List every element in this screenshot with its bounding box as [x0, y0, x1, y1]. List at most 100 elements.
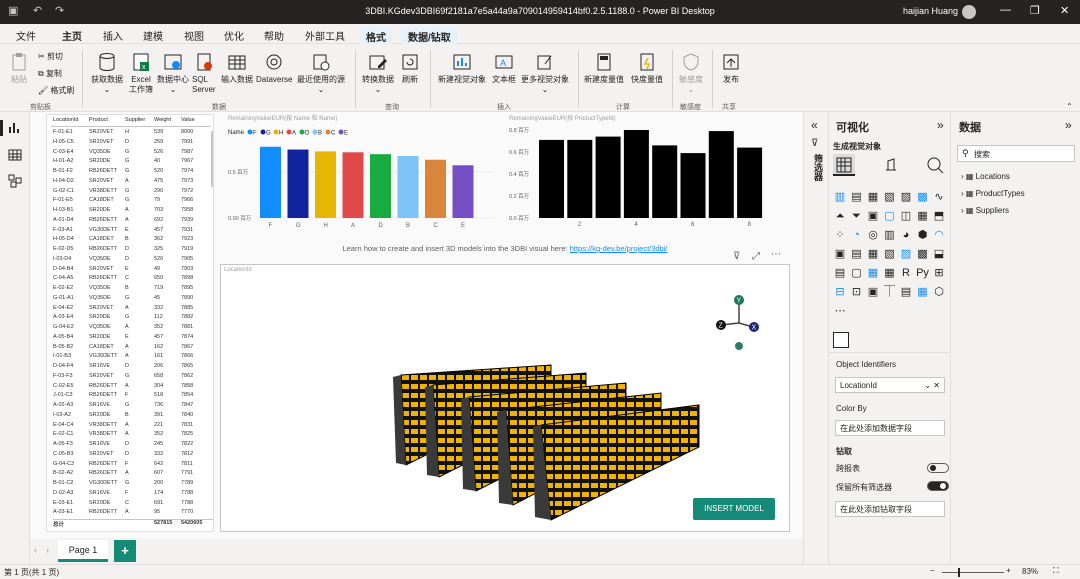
table-row[interactable]: B-02-A2 RB26DETT A 607 7791 [53, 470, 213, 480]
narrative-icon[interactable]: ▤ [899, 285, 913, 299]
line-column-icon[interactable]: ▣ [866, 209, 880, 223]
azure-map-icon[interactable]: ◠ [932, 228, 946, 242]
table-row[interactable]: G-01-A1 VQ35DE G 45 7890 [53, 295, 213, 305]
field-product-types[interactable]: › ▦ ProductTypes [961, 189, 1025, 198]
gauge-icon[interactable]: ▣ [833, 247, 847, 261]
sensitivity-button[interactable]: 敏感度 ⌄ [676, 52, 706, 95]
bar[interactable] [287, 149, 309, 218]
axis-gizmo[interactable]: Y Z X [716, 295, 759, 350]
insert-model-button[interactable]: INSERT MODEL [693, 498, 775, 520]
table-row[interactable]: C-02-E5 RB26DETT A 304 7858 [53, 383, 213, 393]
table-row[interactable]: H-05-C5 SR20VET D 259 7991 [53, 139, 213, 149]
table-row[interactable]: B-01-C2 VG30DETT G 200 7789 [53, 480, 213, 490]
tab-view[interactable]: 视图 [184, 28, 204, 43]
stacked-bar-icon[interactable]: ▥ [833, 190, 847, 204]
table-row[interactable]: F-01-E5 CA18DET G 79 7966 [53, 197, 213, 207]
table-row[interactable]: H-04-D2 SR20VET A 475 7973 [53, 178, 213, 188]
fit-page-icon[interactable]: ⛶ [1053, 566, 1059, 576]
prev-page-icon[interactable]: ‹ [34, 545, 37, 555]
r-visual-icon[interactable]: ▤ [833, 266, 847, 280]
donut-chart-icon[interactable]: ◎ [866, 228, 880, 242]
column-header[interactable]: Weight [154, 117, 171, 123]
column-header[interactable]: Value [181, 117, 195, 123]
restore-icon[interactable]: ❐ [1030, 4, 1040, 17]
table-row[interactable]: G-04-C3 RB26DETT F 642 7811 [53, 461, 213, 471]
bar[interactable] [595, 136, 621, 218]
table-row[interactable]: H-03-B1 SR20DE A 703 7958 [53, 207, 213, 217]
table-row[interactable]: F-03-A1 VG30DETT E 457 7931 [53, 227, 213, 237]
smart-narrative-icon[interactable]: Py [916, 266, 930, 280]
table-icon[interactable]: ▩ [916, 247, 930, 261]
bar[interactable] [652, 145, 678, 218]
table-row[interactable]: F-01-E1 SR20VET H 539 8000 [53, 129, 213, 139]
line-clustered-icon[interactable]: ▢ [883, 209, 897, 223]
bar[interactable] [315, 151, 336, 218]
transform-data-button[interactable]: 转换数据 ⌄ [360, 52, 396, 95]
table-row[interactable]: J-01-C3 RB26DETT F 518 7854 [53, 392, 213, 402]
focus-mode-icon[interactable]: ⤢ [752, 251, 760, 262]
minimize-icon[interactable]: — [1000, 4, 1011, 16]
bar[interactable] [342, 152, 364, 218]
recent-sources-button[interactable]: 最近使用的源 ⌄ [295, 52, 347, 95]
zoom-slider[interactable] [942, 572, 1004, 573]
copy-button[interactable]: ⧉ 复制 [38, 69, 62, 79]
filters-strip[interactable]: « ⊽ 筛选器 [803, 112, 828, 564]
warehouse-3d-model[interactable]: Y Z X [221, 265, 791, 533]
3d-scene-visual[interactable]: LocationId Y Z X [220, 264, 790, 532]
bar[interactable] [452, 165, 474, 218]
bar[interactable] [539, 139, 564, 218]
well-remove-icon[interactable]: ⌄ ✕ [924, 378, 940, 393]
table-row[interactable]: I-03-D4 VQ35DE D 526 7905 [53, 256, 213, 266]
quick-measure-button[interactable]: 快度量值 [628, 52, 666, 85]
object-identifiers-well[interactable]: LocationId ⌄ ✕ [835, 377, 945, 393]
table-row[interactable]: B-01-F2 RB26DETT G 520 7974 [53, 168, 213, 178]
decomposition-tree-icon[interactable]: ▦ [883, 266, 897, 280]
column-header[interactable]: LocationId [53, 117, 78, 123]
table-row[interactable]: E-04-C4 VR38DETT A 221 7831 [53, 422, 213, 432]
bar[interactable] [370, 154, 391, 218]
ribbon-chart-icon[interactable]: ◫ [899, 209, 913, 223]
tab-optimize[interactable]: 优化 [224, 28, 244, 43]
stacked-column-icon[interactable]: ▤ [850, 190, 864, 204]
reset-view-handle[interactable] [735, 342, 743, 350]
keep-filters-toggle[interactable] [927, 481, 949, 491]
bar[interactable] [708, 131, 734, 218]
100-column-icon[interactable]: ▩ [916, 190, 930, 204]
model-view-icon[interactable] [8, 174, 22, 188]
field-suppliers[interactable]: › ▦ Suppliers [961, 206, 1009, 215]
100-bar-icon[interactable]: ▨ [899, 190, 913, 204]
bar[interactable] [737, 147, 763, 218]
table-row[interactable]: C-05-B3 SR20VET D 332 7812 [53, 451, 213, 461]
treemap-icon[interactable]: ▥ [883, 228, 897, 242]
qa-icon[interactable]: R [899, 266, 913, 280]
scatter-chart-icon[interactable]: ⁘ [833, 228, 847, 242]
trophy-icon[interactable]: ⏉ [883, 285, 897, 299]
table-row[interactable]: B-05-B2 CA18DET A 162 7867 [53, 344, 213, 354]
zoom-thumb[interactable] [958, 568, 960, 577]
expand-data-icon[interactable]: » [1065, 118, 1072, 132]
color-by-well[interactable]: 在此处添加数据字段 [835, 420, 945, 436]
table-row[interactable]: E-02-D5 RB26DETT D 325 7919 [53, 246, 213, 256]
line-chart-icon[interactable]: ∿ [932, 190, 946, 204]
new-measure-button[interactable]: 新建度量值 [582, 52, 626, 85]
format-visual-icon[interactable] [882, 156, 900, 174]
bar-chart-by-name[interactable]: RemainingValueEUR(按 Name 和 Name) Name F G H A… [222, 114, 502, 234]
refresh-button[interactable]: 刷新 [398, 52, 422, 85]
enter-data-button[interactable]: 输入数据 [219, 52, 255, 85]
table-scrollbar[interactable] [211, 131, 213, 187]
clustered-bar-icon[interactable]: ▦ [866, 190, 880, 204]
filter-icon[interactable]: ⊽ [733, 251, 740, 262]
get-data-button[interactable]: 获取数据 ⌄ [88, 52, 126, 95]
table-row[interactable]: G-04-E2 VQ35DE A 352 7881 [53, 324, 213, 334]
paginated-report-icon[interactable]: ⊞ [932, 266, 946, 280]
tab-data-drill[interactable]: 数据/钻取 [402, 28, 457, 45]
table-row[interactable]: A-03-E4 SR20DE G 112 7882 [53, 314, 213, 324]
power-apps-icon[interactable]: ⊟ [833, 285, 847, 299]
drill-through-well[interactable]: 在此处添加钻取字段 [835, 501, 945, 517]
table-row[interactable]: G-02-C1 VR38DETT G 290 7972 [53, 188, 213, 198]
zoom-out-icon[interactable]: − [930, 566, 935, 575]
table-row[interactable]: E-03-E1 SR20DE C 691 7788 [53, 500, 213, 510]
sql-server-button[interactable]: SQL Server [192, 52, 216, 95]
table-row[interactable]: D-02-A3 SR16VE F 174 7788 [53, 490, 213, 500]
textbox-button[interactable]: A 文本框 [490, 52, 518, 85]
